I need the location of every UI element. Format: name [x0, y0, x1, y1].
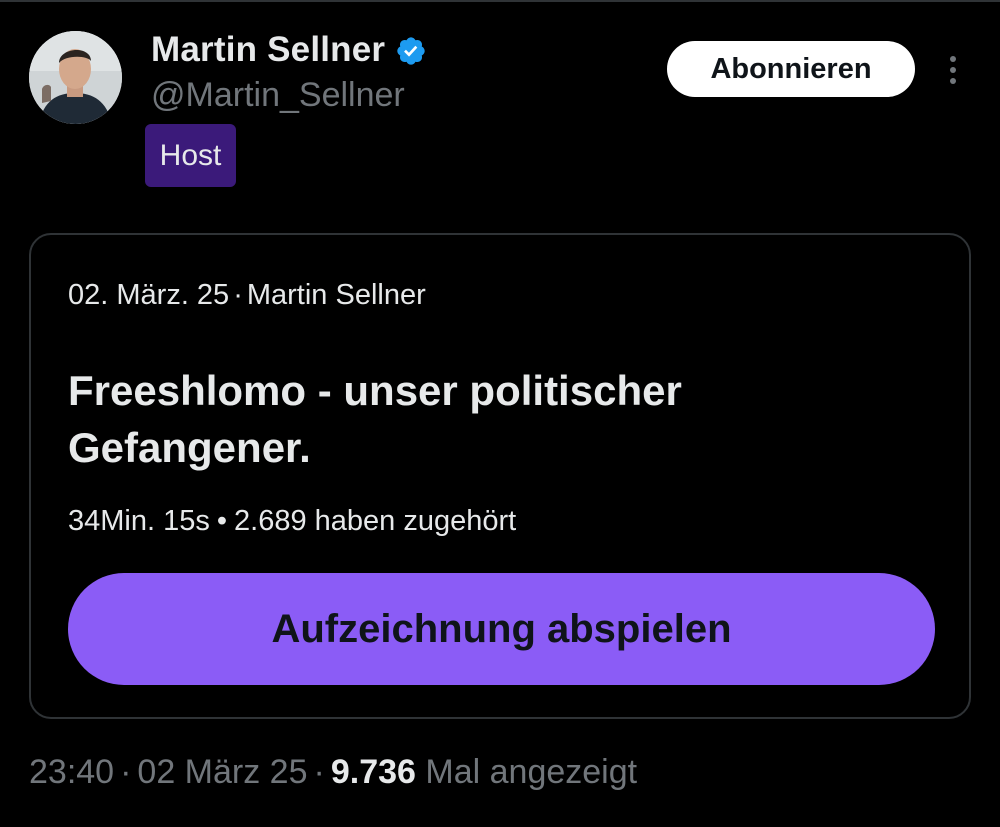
- space-title: Freeshlomo - unser politischer Gefangene…: [68, 367, 682, 471]
- post-time[interactable]: 23:40: [29, 753, 114, 791]
- space-meta: 02. März. 25 · Martin Sellner: [68, 279, 426, 312]
- space-stats: 34Min. 15s • 2.689 haben zugehört: [68, 505, 516, 538]
- more-vertical-icon-dot: [950, 67, 956, 73]
- meta-separator: ·: [233, 279, 243, 311]
- space-card[interactable]: 02. März. 25 · Martin Sellner Freeshlomo -…: [29, 233, 971, 719]
- views-count: 9.736: [330, 753, 416, 791]
- avatar[interactable]: [29, 31, 122, 124]
- verified-badge-icon: [395, 35, 427, 67]
- space-duration: 34Min. 15s: [68, 505, 210, 537]
- top-divider: [0, 0, 1000, 2]
- more-vertical-icon-dot: [950, 78, 956, 84]
- author-display-name[interactable]: Martin Sellner: [151, 30, 385, 70]
- space-date: 02. März. 25: [68, 279, 230, 311]
- post-footer-meta: 23:40 · 02 März 25 · 9.736 Mal angezeigt: [29, 753, 637, 792]
- views-label: Mal angezeigt: [425, 753, 638, 791]
- more-options-button[interactable]: [936, 50, 970, 90]
- footer-separator: ·: [120, 753, 132, 791]
- follow-button[interactable]: Abonnieren: [667, 41, 915, 97]
- post-date[interactable]: 02 März 25: [137, 753, 307, 791]
- author-handle[interactable]: @Martin_Sellner: [151, 76, 405, 115]
- host-role-badge: Host: [145, 124, 236, 187]
- avatar-photo: [29, 31, 122, 124]
- author-name-row: Martin Sellner: [151, 30, 427, 70]
- space-host-name: Martin Sellner: [246, 279, 426, 311]
- footer-separator-2: ·: [313, 753, 325, 791]
- stats-separator: •: [216, 505, 228, 537]
- play-recording-button[interactable]: Aufzeichnung abspielen: [68, 573, 935, 685]
- more-vertical-icon: [950, 56, 956, 62]
- space-listeners: 2.689 haben zugehört: [234, 505, 517, 537]
